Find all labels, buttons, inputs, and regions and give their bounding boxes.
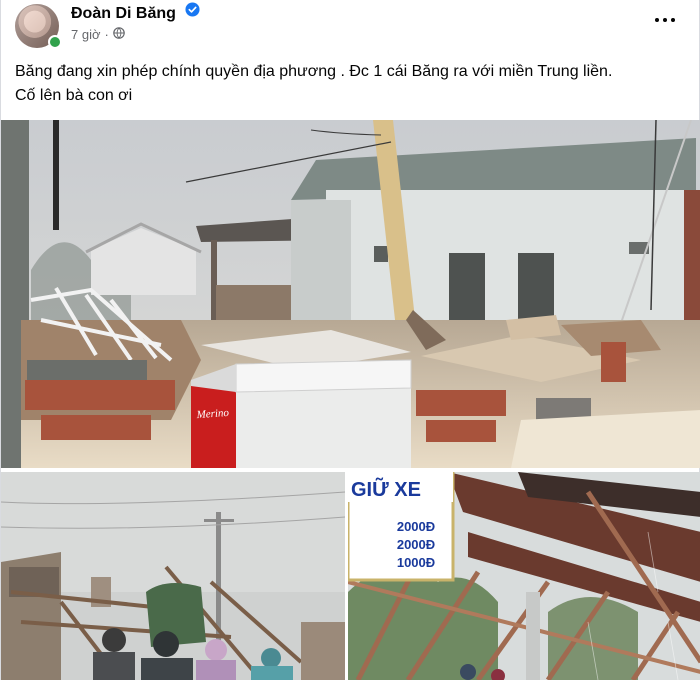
post-header: Đoàn Di Băng 7 giờ · — [1, 0, 699, 52]
more-options-icon[interactable] — [653, 10, 677, 30]
caption-line-1: Băng đang xin phép chính quyền địa phươn… — [15, 63, 613, 80]
globe-icon[interactable] — [113, 27, 125, 42]
facebook-post: Đoàn Di Băng 7 giờ · Băng đang xin phép c… — [0, 0, 700, 680]
parking-sign-title: GIỮ XE — [351, 477, 421, 501]
caption-line-2: Cố lên bà con ơi — [15, 87, 133, 104]
parking-sign-price-1: 2000Đ — [397, 519, 435, 534]
parking-sign-price-3: 1000Đ — [397, 555, 435, 570]
verified-badge-icon — [185, 2, 200, 22]
main-photo-storm-damage[interactable]: Merino — [1, 120, 700, 468]
meta-separator: · — [104, 27, 109, 42]
post-caption: Băng đang xin phép chính quyền địa phươn… — [15, 60, 687, 108]
parking-sign-price-2: 2000Đ — [397, 537, 435, 552]
photo-parking-sign-debris[interactable]: GIỮ XE 2000Đ 2000Đ 1000Đ — [348, 472, 700, 680]
author-name-row: Đoàn Di Băng — [71, 2, 200, 23]
post-meta: 7 giờ · — [71, 27, 125, 42]
author-name[interactable]: Đoàn Di Băng — [71, 5, 176, 22]
post-timestamp[interactable]: 7 giờ — [71, 27, 101, 42]
photo-collapsed-roof-crowd[interactable] — [1, 472, 345, 680]
online-status-icon — [48, 35, 62, 49]
fridge-brand-label: Merino — [195, 407, 230, 421]
